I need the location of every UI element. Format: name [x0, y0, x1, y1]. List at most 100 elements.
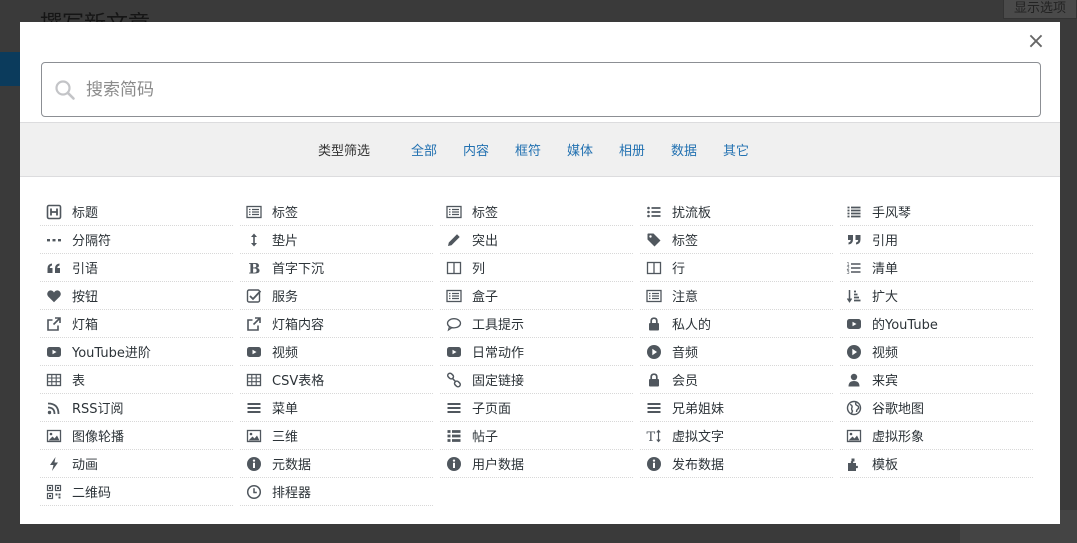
shortcode-item[interactable]: YouTube进阶 — [40, 338, 233, 366]
shortcode-item[interactable]: 分隔符 — [40, 226, 233, 254]
shortcode-item[interactable]: 的YouTube — [840, 310, 1033, 338]
filter-other[interactable]: 其它 — [723, 140, 749, 159]
list-alt-icon — [246, 205, 262, 218]
list-icon — [847, 206, 861, 217]
shortcode-item[interactable]: 谷歌地图 — [840, 394, 1033, 422]
shortcode-item[interactable]: 服务 — [240, 282, 433, 310]
shortcode-item[interactable]: 图像轮播 — [40, 422, 233, 450]
shortcode-item[interactable]: 按钮 — [40, 282, 233, 310]
quote-right-icon — [848, 234, 861, 244]
shortcode-item[interactable]: 元数据 — [240, 450, 433, 478]
screen-options-button[interactable]: 显示选项 — [1003, 0, 1077, 19]
shortcode-label: 帖子 — [472, 430, 499, 445]
shortcode-label: 引用 — [872, 234, 899, 249]
shortcode-item[interactable]: 手风琴 — [840, 198, 1033, 226]
heading-icon — [46, 204, 62, 219]
shortcode-label: 手风琴 — [872, 206, 912, 221]
shortcode-item[interactable]: 表 — [40, 366, 233, 394]
shortcode-item[interactable]: RSS订阅 — [40, 394, 233, 422]
shortcode-item[interactable]: 视频 — [240, 338, 433, 366]
shortcode-label: 固定链接 — [472, 374, 525, 389]
shortcode-label: 菜单 — [272, 402, 299, 417]
shortcode-item[interactable]: 灯箱内容 — [240, 310, 433, 338]
shortcode-label: 视频 — [872, 346, 899, 361]
filter-box[interactable]: 框符 — [515, 140, 541, 159]
filter-media[interactable]: 媒体 — [567, 140, 593, 159]
shortcode-item[interactable]: 扩大 — [840, 282, 1033, 310]
shortcode-label: 扰流板 — [672, 206, 712, 221]
shortcode-item[interactable]: CSV表格 — [240, 366, 433, 394]
shortcode-item[interactable]: 日常动作 — [440, 338, 633, 366]
shortcode-item[interactable]: 排程器 — [240, 478, 433, 506]
shortcode-item[interactable]: 兄弟姐妹 — [640, 394, 833, 422]
shortcode-item[interactable]: 1 2 3 清单 — [840, 254, 1033, 282]
bold-icon: B — [249, 261, 261, 276]
shortcode-item[interactable]: 用户数据 — [440, 450, 633, 478]
list-alt-icon — [446, 289, 462, 302]
image-icon — [846, 429, 862, 442]
shortcode-item[interactable]: 帖子 — [440, 422, 633, 450]
shortcode-item[interactable]: 固定链接 — [440, 366, 633, 394]
shortcode-item[interactable]: 灯箱 — [40, 310, 233, 338]
shortcode-item[interactable]: 标签 — [640, 226, 833, 254]
shortcode-item[interactable]: 标签 — [240, 198, 433, 226]
shortcode-item[interactable]: 工具提示 — [440, 310, 633, 338]
shortcode-label: 排程器 — [272, 486, 312, 501]
shortcode-item[interactable]: 标题 — [40, 198, 233, 226]
shortcode-label: 动画 — [72, 458, 99, 473]
shortcode-item[interactable]: 音频 — [640, 338, 833, 366]
shortcode-item[interactable]: 突出 — [440, 226, 633, 254]
shortcode-item[interactable]: 私人的 — [640, 310, 833, 338]
filter-data[interactable]: 数据 — [671, 140, 697, 159]
bars-icon — [247, 402, 261, 413]
shortcode-label: CSV表格 — [272, 374, 325, 389]
shortcode-item[interactable]: 虚拟形象 — [840, 422, 1033, 450]
shortcode-item[interactable]: 列 — [440, 254, 633, 282]
shortcode-label: 灯箱内容 — [272, 318, 325, 333]
shortcode-item[interactable]: 三维 — [240, 422, 433, 450]
shortcode-item[interactable]: 垫片 — [240, 226, 433, 254]
shortcode-item[interactable]: 引语 — [40, 254, 233, 282]
shortcode-item[interactable]: 子页面 — [440, 394, 633, 422]
shortcode-item[interactable]: 行 — [640, 254, 833, 282]
ellipsis-icon — [47, 238, 61, 241]
shortcode-label: 标题 — [72, 206, 99, 221]
bolt-icon — [50, 456, 58, 471]
search-input[interactable] — [84, 75, 988, 105]
filter-label: 类型筛选 — [317, 144, 370, 159]
search-icon — [55, 80, 75, 100]
text-height-icon: T — [647, 429, 661, 444]
info-circle-icon — [247, 456, 261, 471]
shortcode-label: 按钮 — [72, 290, 99, 305]
close-button[interactable]: × — [1026, 31, 1046, 54]
shortcode-item[interactable]: 盒子 — [440, 282, 633, 310]
shortcode-item[interactable]: 二维码 — [40, 478, 233, 506]
shortcode-item[interactable]: 菜单 — [240, 394, 433, 422]
th-list-icon — [447, 429, 461, 442]
shortcode-label: 首字下沉 — [272, 262, 325, 277]
shortcode-item[interactable]: 标签 — [440, 198, 633, 226]
shortcode-item[interactable]: 引用 — [840, 226, 1033, 254]
lock-icon — [649, 372, 659, 386]
info-circle-icon — [647, 456, 661, 471]
filter-gallery[interactable]: 相册 — [619, 140, 645, 159]
youtube-icon — [47, 346, 61, 357]
check-square-icon — [246, 288, 262, 303]
shortcode-item[interactable]: 视频 — [840, 338, 1033, 366]
shortcode-item[interactable]: 扰流板 — [640, 198, 833, 226]
shortcode-item[interactable]: B 首字下沉 — [240, 254, 433, 282]
shortcode-item[interactable]: 模板 — [840, 450, 1033, 478]
shortcode-item[interactable]: 发布数据 — [640, 450, 833, 478]
shortcode-label: 发布数据 — [672, 458, 725, 473]
shortcode-item[interactable]: 注意 — [640, 282, 833, 310]
list-alt-icon — [646, 289, 662, 302]
bars-icon — [447, 402, 461, 413]
shortcode-item[interactable]: 来宾 — [840, 366, 1033, 394]
shortcode-item[interactable]: T 虚拟文字 — [640, 422, 833, 450]
filter-content[interactable]: 内容 — [463, 140, 489, 159]
shortcode-label: 兄弟姐妹 — [672, 402, 725, 417]
shortcode-item[interactable]: 动画 — [40, 450, 233, 478]
shortcode-label: 图像轮播 — [72, 430, 125, 445]
filter-all[interactable]: 全部 — [411, 140, 437, 159]
shortcode-item[interactable]: 会员 — [640, 366, 833, 394]
